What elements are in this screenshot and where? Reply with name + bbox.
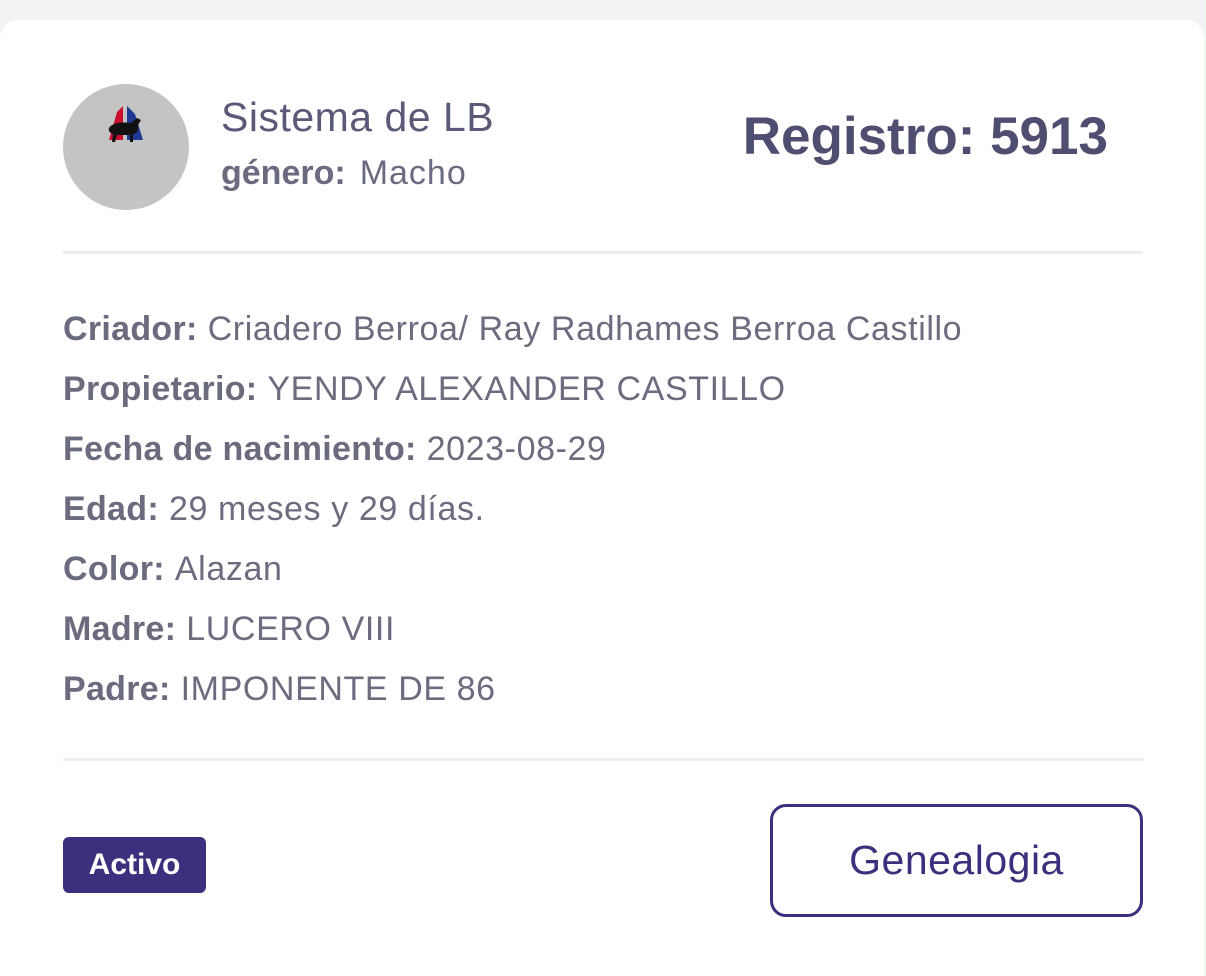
detail-label: Propietario: [63, 370, 258, 408]
gender-info: género: Macho [221, 154, 467, 193]
detail-row-edad: Edad: 29 meses y 29 días. [63, 484, 962, 544]
detail-label: Padre: [63, 670, 171, 708]
detail-value: Alazan [174, 550, 283, 588]
detail-row-fecha-nacimiento: Fecha de nacimiento: 2023-08-29 [63, 424, 962, 484]
detail-value: LUCERO VIII [186, 610, 396, 648]
detail-value: IMPONENTE DE 86 [180, 670, 496, 708]
details-list: Criador: Criadero Berroa/ Ray Radhames Be… [63, 304, 962, 724]
organization-name: Sistema de LB [221, 94, 495, 140]
gender-label: género: [221, 154, 346, 192]
detail-value: Criadero Berroa/ Ray Radhames Berroa Cas… [207, 310, 963, 348]
detail-row-propietario: Propietario: YENDY ALEXANDER CASTILLO [63, 364, 962, 424]
horse-card: Sistema de LB género: Macho Registro: 591… [0, 20, 1204, 976]
detail-label: Criador: [63, 310, 198, 348]
detail-row-madre: Madre: LUCERO VIII [63, 604, 962, 664]
footer-divider [63, 758, 1143, 761]
header-divider [63, 251, 1143, 254]
detail-label: Edad: [63, 490, 159, 528]
genealogy-button[interactable]: Genealogia [770, 804, 1143, 917]
status-badge: Activo [63, 837, 206, 893]
detail-label: Fecha de nacimiento: [63, 430, 417, 468]
avatar [63, 84, 189, 210]
detail-row-color: Color: Alazan [63, 544, 962, 604]
detail-value: 29 meses y 29 días. [168, 490, 485, 528]
horse-flag-logo-icon [108, 106, 143, 142]
detail-row-criador: Criador: Criadero Berroa/ Ray Radhames Be… [63, 304, 962, 364]
gender-value: Macho [359, 154, 467, 192]
detail-value: 2023-08-29 [426, 430, 607, 468]
detail-row-padre: Padre: IMPONENTE DE 86 [63, 664, 962, 724]
detail-label: Color: [63, 550, 165, 588]
detail-value: YENDY ALEXANDER CASTILLO [267, 370, 786, 408]
registration-number: Registro: 5913 [742, 107, 1108, 166]
detail-label: Madre: [63, 610, 177, 648]
